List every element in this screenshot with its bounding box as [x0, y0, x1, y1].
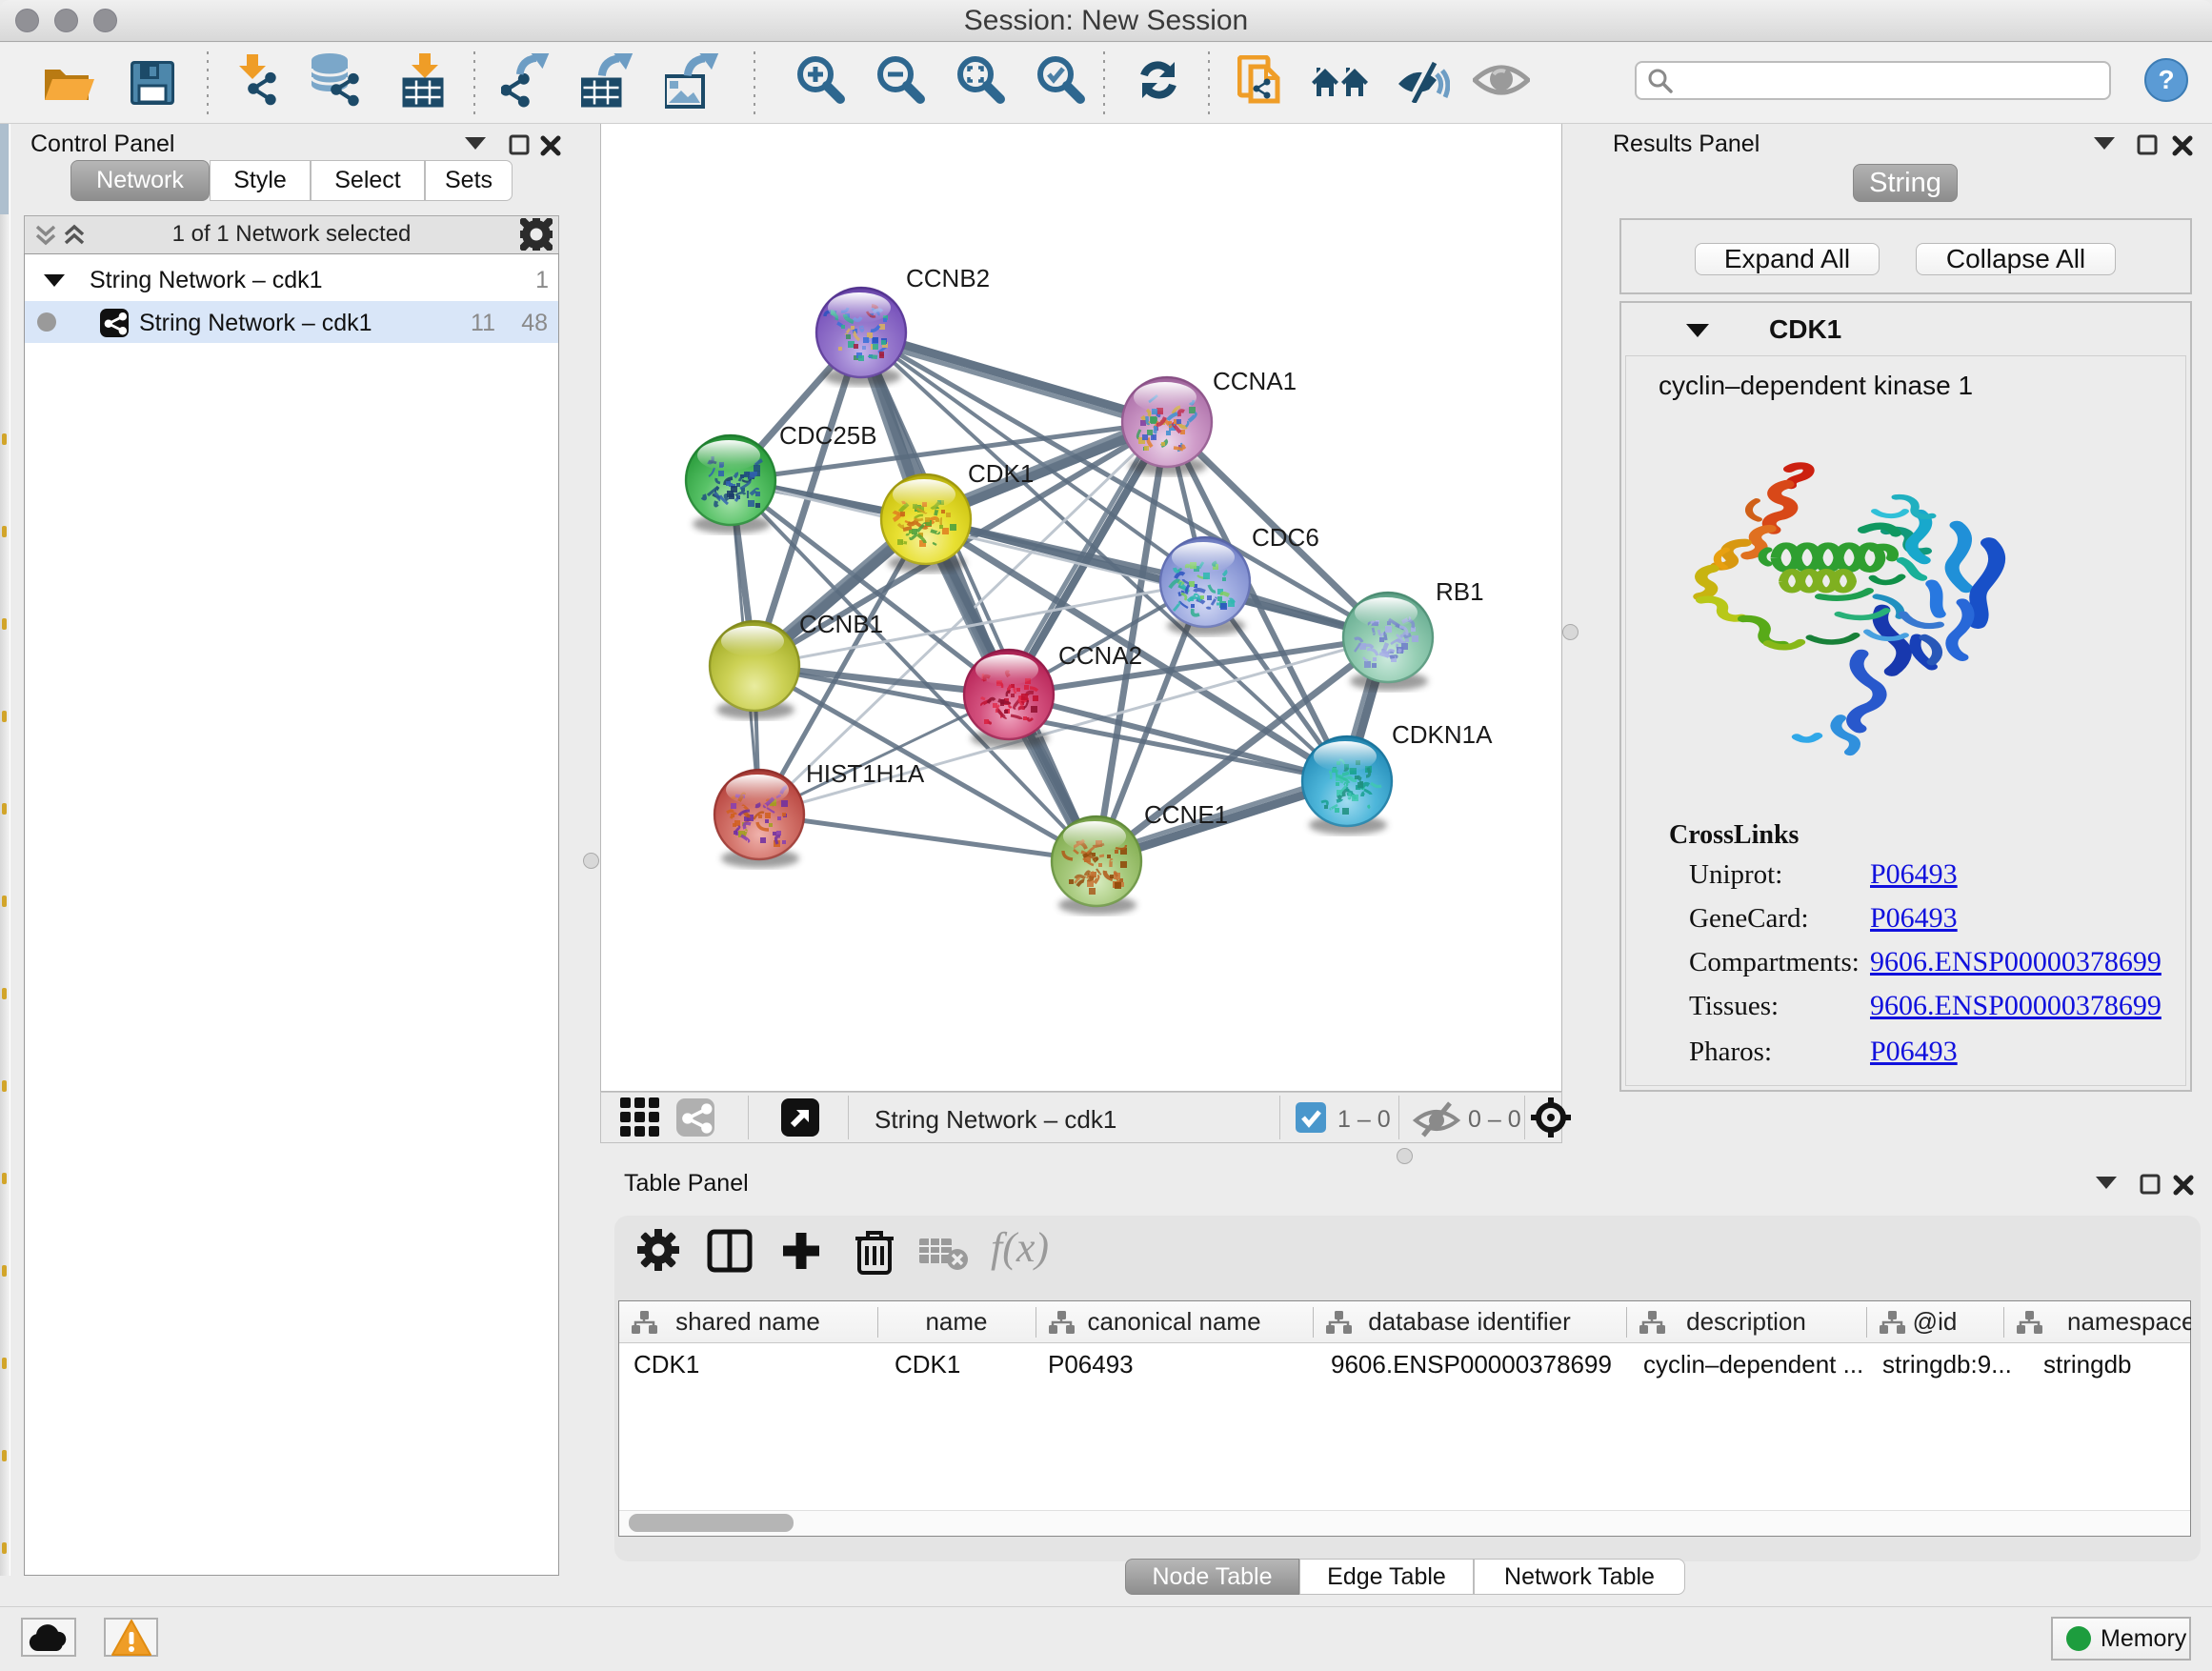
- svg-text:CCNB1: CCNB1: [799, 610, 883, 638]
- svg-text:CCNA2: CCNA2: [1058, 641, 1142, 670]
- svg-text:CCNE1: CCNE1: [1144, 800, 1228, 829]
- svg-text:RB1: RB1: [1436, 577, 1484, 606]
- svg-text:CCNA1: CCNA1: [1213, 367, 1297, 395]
- svg-text:CDKN1A: CDKN1A: [1392, 720, 1493, 749]
- svg-text:CDK1: CDK1: [968, 459, 1034, 488]
- svg-text:CDC6: CDC6: [1252, 523, 1319, 552]
- svg-text:HIST1H1A: HIST1H1A: [806, 759, 925, 788]
- svg-text:CCNB2: CCNB2: [906, 264, 990, 292]
- svg-text:?: ?: [2158, 65, 2174, 94]
- svg-text:CDC25B: CDC25B: [779, 421, 877, 450]
